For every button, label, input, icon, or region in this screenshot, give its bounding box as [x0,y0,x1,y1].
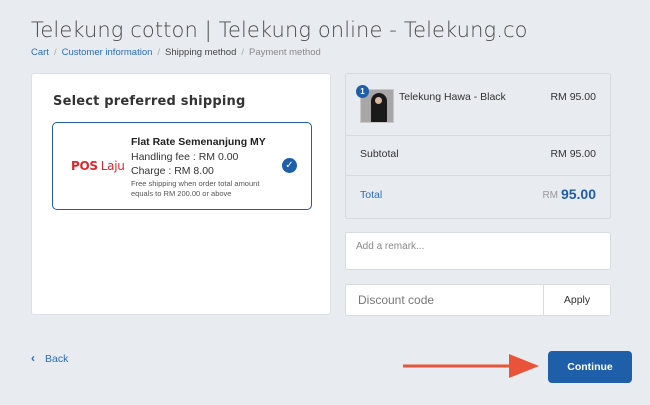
back-label: Back [45,353,69,365]
shipping-charge: Charge : RM 8.00 [131,165,214,177]
shipping-free-note: Free shipping when order total amount eq… [131,179,260,198]
chevron-left-icon: ‹ [31,351,35,365]
breadcrumb-separator: / [157,47,161,58]
product-figure-face [375,97,382,104]
breadcrumb-separator: / [53,47,57,58]
total-label: Total [360,189,383,201]
summary-divider [346,175,610,176]
item-price: RM 95.00 [550,91,596,103]
pos-logo-text: POS [71,159,98,173]
pos-laju-logo: POS Laju [71,159,125,173]
shipping-option-title: Flat Rate Semenanjung MY [131,136,266,148]
selected-check-icon: ✓ [282,158,297,173]
apply-discount-button[interactable]: Apply [543,285,610,315]
subtotal-value: RM 95.00 [550,148,596,160]
continue-button[interactable]: Continue [548,351,632,383]
breadcrumb: Cart / Customer information / Shipping metho… [31,47,321,58]
order-summary: 1 Telekung Hawa - Black RM 95.00 Subtota… [345,73,611,219]
shipping-heading: Select preferred shipping [53,94,246,109]
breadcrumb-customer-information[interactable]: Customer information [62,47,153,58]
breadcrumb-shipping-method: Shipping method [165,47,237,58]
item-name: Telekung Hawa - Black [399,91,506,103]
annotation-arrow-icon [403,354,539,378]
discount-code-group: Apply [345,284,611,316]
summary-divider [346,135,610,136]
laju-logo-text: Laju [100,159,125,173]
remark-input[interactable] [345,232,611,270]
discount-code-input[interactable] [346,285,543,315]
total-currency: RM [542,190,558,201]
quantity-badge: 1 [356,85,369,98]
shipping-option-flat-rate[interactable]: POS Laju Flat Rate Semenanjung MY Handlin… [52,122,312,210]
shipping-handling-fee: Handling fee : RM 0.00 [131,151,239,163]
breadcrumb-payment-method: Payment method [249,47,321,58]
breadcrumb-cart[interactable]: Cart [31,47,49,58]
store-title: Telekung cotton | Telekung online - Tele… [31,18,528,42]
breadcrumb-separator: / [241,47,244,58]
total-value: 95.00 [560,186,596,202]
back-link[interactable]: ‹ Back [31,351,68,365]
subtotal-label: Subtotal [360,148,399,160]
shipping-card: Select preferred shipping POS Laju Flat R… [31,73,331,315]
